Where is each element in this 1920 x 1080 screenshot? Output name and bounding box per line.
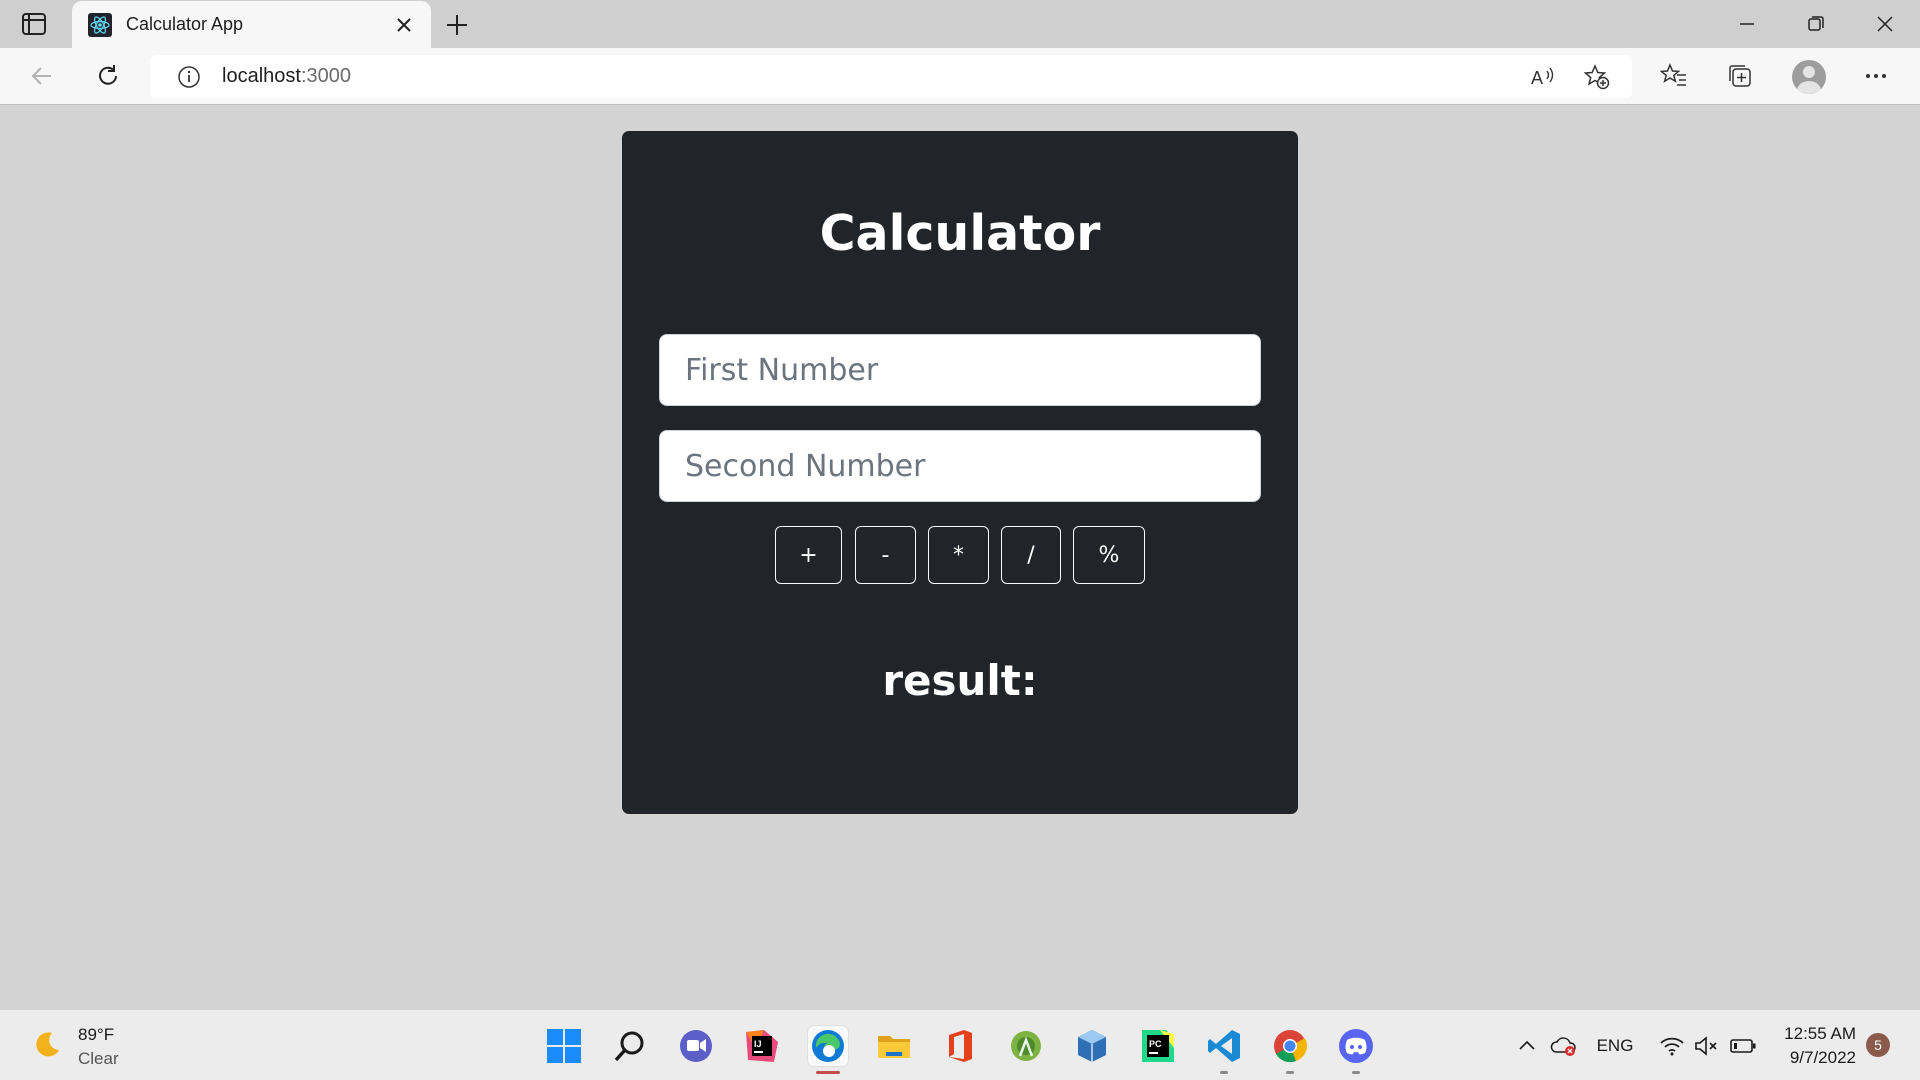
running-indicator bbox=[1220, 1071, 1228, 1074]
clock-date: 9/7/2022 bbox=[1789, 1048, 1856, 1067]
calculator-card: Calculator + - * / % result: bbox=[622, 131, 1298, 814]
react-icon bbox=[88, 12, 112, 37]
notification-badge[interactable]: 5 bbox=[1866, 1033, 1890, 1057]
svg-text:A: A bbox=[1531, 68, 1543, 88]
refresh-icon[interactable] bbox=[92, 60, 124, 92]
back-arrow-icon[interactable] bbox=[26, 60, 58, 92]
chat-icon[interactable] bbox=[676, 1026, 716, 1066]
weather-condition: Clear bbox=[78, 1049, 119, 1068]
close-icon[interactable] bbox=[393, 14, 415, 36]
browser-toolbar: localhost:3000 A bbox=[0, 48, 1920, 105]
clock-time: 12:55 AM bbox=[1784, 1024, 1856, 1043]
operation-buttons: + - * / % bbox=[622, 526, 1298, 584]
calculator-title: Calculator bbox=[819, 205, 1101, 262]
profile-avatar[interactable] bbox=[1792, 60, 1826, 94]
tab-title: Calculator App bbox=[126, 14, 244, 34]
weather-widget[interactable]: 89°F Clear bbox=[30, 1023, 119, 1071]
more-icon[interactable] bbox=[1860, 60, 1892, 92]
onedrive-error-icon[interactable] bbox=[1549, 1032, 1579, 1060]
modulo-button[interactable]: % bbox=[1073, 526, 1145, 584]
browser-tab[interactable]: Calculator App bbox=[72, 1, 431, 48]
svg-text:IJ: IJ bbox=[754, 1039, 762, 1049]
taskbar: 89°F Clear IJ PC ENG 12:55 AM 9/7/2022 5 bbox=[0, 1009, 1920, 1080]
url-host: localhost bbox=[222, 65, 301, 87]
volume-muted-icon[interactable] bbox=[1692, 1032, 1720, 1060]
language-indicator[interactable]: ENG bbox=[1594, 1032, 1636, 1060]
file-explorer-icon[interactable] bbox=[874, 1026, 914, 1066]
windows-start-icon[interactable] bbox=[544, 1026, 584, 1066]
url-port: :3000 bbox=[300, 65, 351, 87]
discord-icon[interactable] bbox=[1336, 1026, 1376, 1074]
svg-text:PC: PC bbox=[1149, 1039, 1162, 1049]
office-icon[interactable] bbox=[940, 1026, 980, 1066]
moon-icon bbox=[30, 1028, 64, 1067]
browser-tab-bar: Calculator App bbox=[0, 0, 1920, 48]
intellij-icon[interactable]: IJ bbox=[742, 1026, 782, 1066]
plus-icon[interactable] bbox=[442, 10, 472, 40]
info-icon[interactable] bbox=[176, 64, 202, 90]
running-indicator bbox=[1286, 1071, 1294, 1074]
weather-temperature: 89°F bbox=[78, 1025, 115, 1044]
first-number-input[interactable] bbox=[659, 334, 1261, 406]
running-indicator bbox=[1352, 1071, 1360, 1074]
divide-button[interactable]: / bbox=[1001, 526, 1061, 584]
close-window-icon[interactable] bbox=[1873, 12, 1897, 36]
chrome-icon[interactable] bbox=[1270, 1026, 1310, 1074]
result-label: result: bbox=[882, 656, 1038, 705]
battery-icon[interactable] bbox=[1728, 1032, 1758, 1060]
system-clock[interactable]: 12:55 AM 9/7/2022 bbox=[1772, 1022, 1856, 1070]
second-number-input[interactable] bbox=[659, 430, 1261, 502]
active-app-indicator bbox=[816, 1071, 840, 1074]
add-button[interactable]: + bbox=[775, 526, 842, 584]
android-studio-icon[interactable] bbox=[1006, 1026, 1046, 1066]
minimize-icon[interactable] bbox=[1735, 12, 1759, 36]
chevron-up-icon[interactable] bbox=[1515, 1032, 1539, 1060]
url-text: localhost:3000 bbox=[222, 65, 351, 88]
pycharm-icon[interactable]: PC bbox=[1138, 1026, 1178, 1066]
search-icon[interactable] bbox=[610, 1026, 650, 1066]
add-favorite-icon[interactable] bbox=[1583, 63, 1611, 91]
subtract-button[interactable]: - bbox=[855, 526, 916, 584]
wifi-icon[interactable] bbox=[1658, 1032, 1686, 1060]
multiply-button[interactable]: * bbox=[928, 526, 989, 584]
collections-icon[interactable] bbox=[1724, 60, 1756, 92]
edge-icon[interactable] bbox=[808, 1026, 848, 1074]
restore-icon[interactable] bbox=[1804, 12, 1828, 36]
vscode-icon[interactable] bbox=[1204, 1026, 1244, 1074]
address-bar[interactable]: localhost:3000 A bbox=[150, 55, 1632, 98]
favorites-icon[interactable] bbox=[1658, 60, 1690, 92]
read-aloud-icon[interactable]: A bbox=[1528, 63, 1556, 91]
tab-actions-icon[interactable] bbox=[20, 12, 48, 36]
virtualbox-icon[interactable] bbox=[1072, 1026, 1112, 1066]
